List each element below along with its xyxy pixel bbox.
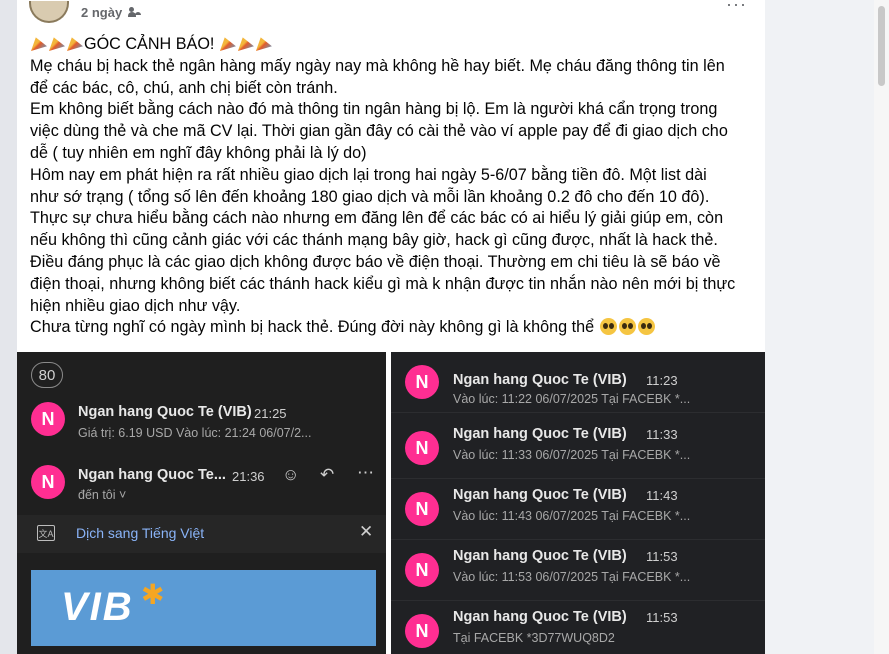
email-screenshot-right[interactable]: N Ngan hang Quoc Te (VIB) 11:23 Vào lúc:… [391, 352, 765, 654]
post-card: 2 ngày ··· GÓC CẢNH BÁO! Mẹ cháu bị hack… [17, 0, 765, 654]
post-line: dễ ( tuy nhiên em nghĩ đây không phải là… [30, 143, 367, 162]
email-snippet: Tại FACEBK *3D77WUQ8D2 [453, 631, 615, 645]
email-snippet: Vào lúc: 11:33 06/07/2025 Tại FACEBK *..… [453, 448, 691, 462]
party-popper-icon [237, 37, 254, 51]
post-line: Em không biết bằng cách nào đó mà thông … [30, 100, 718, 119]
post-line: Mẹ cháu bị hack thẻ ngân hàng mấy ngày n… [30, 56, 725, 75]
email-snippet: Vào lúc: 11:22 06/07/2025 Tại FACEBK *..… [453, 392, 691, 406]
translate-bar: 文A Dịch sang Tiếng Việt ✕ [17, 515, 386, 553]
email-sender: Ngan hang Quoc Te (VIB) [453, 372, 627, 388]
sender-avatar: N [31, 402, 65, 436]
email-sender: Ngan hang Quoc Te (VIB) [453, 426, 627, 442]
email-sender: Ngan hang Quoc Te (VIB) [453, 487, 627, 503]
party-popper-icon [255, 37, 272, 51]
sender-avatar: N [405, 365, 439, 399]
post-body: GÓC CẢNH BÁO! Mẹ cháu bị hack thẻ ngân h… [30, 34, 760, 339]
vib-banner: VIB ✱ [31, 570, 376, 646]
translate-icon: 文A [37, 525, 55, 541]
party-popper-icon [67, 37, 83, 51]
email-time: 21:25 [254, 406, 287, 421]
post-timestamp[interactable]: 2 ngày [81, 5, 122, 20]
email-recipient: đến tôi ˅ [78, 488, 127, 502]
email-sender: Ngan hang Quoc Te (VIB) [453, 609, 627, 625]
post-title: GÓC CẢNH BÁO! [84, 35, 215, 53]
email-list-item[interactable]: N Ngan hang Quoc Te (VIB) 11:43 Vào lúc:… [391, 479, 765, 540]
scrollbar-thumb[interactable] [878, 6, 885, 86]
email-time: 11:43 [646, 488, 678, 503]
more-options-icon[interactable]: ··· [726, 0, 747, 15]
translate-link[interactable]: Dịch sang Tiếng Việt [76, 525, 204, 541]
post-line: điện thoại, nhưng không biết các thánh h… [30, 274, 736, 293]
sender-avatar: N [31, 465, 65, 499]
email-snippet: Giá trị: 6.19 USD Vào lúc: 21:24 06/07/2… [78, 426, 312, 440]
author-avatar[interactable] [29, 1, 69, 23]
party-popper-icon [49, 37, 65, 51]
email-time: 11:23 [646, 373, 678, 388]
sender-avatar: N [405, 431, 439, 465]
post-title-line: GÓC CẢNH BÁO! [30, 34, 760, 56]
pleading-face-icon [599, 318, 617, 336]
pleading-face-icon [618, 318, 636, 336]
sender-avatar: N [405, 614, 439, 648]
email-sender: Ngan hang Quoc Te (VIB) [453, 548, 627, 564]
post-line: Hôm nay em phát hiện ra rất nhiều giao d… [30, 165, 707, 184]
email-list-item[interactable]: N Ngan hang Quoc Te (VIB) 11:23 Vào lúc:… [391, 352, 765, 413]
post-header: 2 ngày [29, 0, 142, 24]
post-line: để các bác, cô, chú, anh chị biết còn tr… [30, 78, 338, 97]
vib-logo: VIB [61, 585, 134, 629]
email-time: 11:53 [646, 549, 678, 564]
post-last-line: Chưa từng nghĩ có ngày mình bị hack thẻ.… [30, 317, 760, 339]
email-time: 11:33 [646, 427, 678, 442]
emoji-react-icon[interactable]: ☺ [282, 465, 299, 485]
email-snippet: Vào lúc: 11:53 06/07/2025 Tại FACEBK *..… [453, 570, 691, 584]
close-icon[interactable]: ✕ [359, 522, 373, 542]
party-popper-icon [219, 37, 236, 51]
email-sender: Ngan hang Quoc Te... [78, 467, 226, 483]
email-sender: Ngan hang Quoc Te (VIB) [78, 404, 252, 420]
email-list-item[interactable]: N Ngan hang Quoc Te (VIB) 11:53 Tại FACE… [391, 601, 765, 654]
right-gutter [765, 0, 889, 654]
email-list-item[interactable]: N Ngan hang Quoc Te (VIB) 11:53 Vào lúc:… [391, 540, 765, 601]
email-snippet: Vào lúc: 11:43 06/07/2025 Tại FACEBK *..… [453, 509, 691, 523]
vib-star-icon: ✱ [141, 579, 165, 610]
sender-avatar: N [405, 492, 439, 526]
scrollbar[interactable] [874, 0, 889, 654]
party-popper-icon [31, 37, 47, 51]
post-last-line-text: Chưa từng nghĩ có ngày mình bị hack thẻ.… [30, 318, 595, 337]
post-line: việc dùng thẻ và che mã CV lại. Thời gia… [30, 122, 728, 141]
post-line: Thực sự chưa hiểu bằng cách nào nhưng em… [30, 209, 724, 228]
more-vert-icon[interactable]: ⋯ [357, 463, 374, 483]
post-line: nếu không thì cũng cảnh giác với các thá… [30, 231, 718, 250]
pleading-face-icon [637, 318, 655, 336]
friends-icon [128, 7, 142, 17]
reply-icon[interactable]: ↶ [320, 465, 334, 485]
email-list-item[interactable]: N Ngan hang Quoc Te (VIB) 11:33 Vào lúc:… [391, 418, 765, 479]
post-line: như sớ trạng ( tổng số lên đến khoảng 18… [30, 187, 710, 206]
email-time: 11:53 [646, 610, 678, 625]
sender-avatar: N [405, 553, 439, 587]
email-screenshot-left[interactable]: 80 N Ngan hang Quoc Te (VIB) 21:25 Giá t… [17, 352, 386, 654]
post-line: Điều đáng phục là các giao dịch không đư… [30, 252, 721, 271]
email-time: 21:36 [232, 469, 265, 484]
unread-count-badge: 80 [31, 362, 63, 388]
post-line: hiện nhiều giao dịch như vậy. [30, 296, 241, 315]
left-gutter [0, 0, 17, 654]
